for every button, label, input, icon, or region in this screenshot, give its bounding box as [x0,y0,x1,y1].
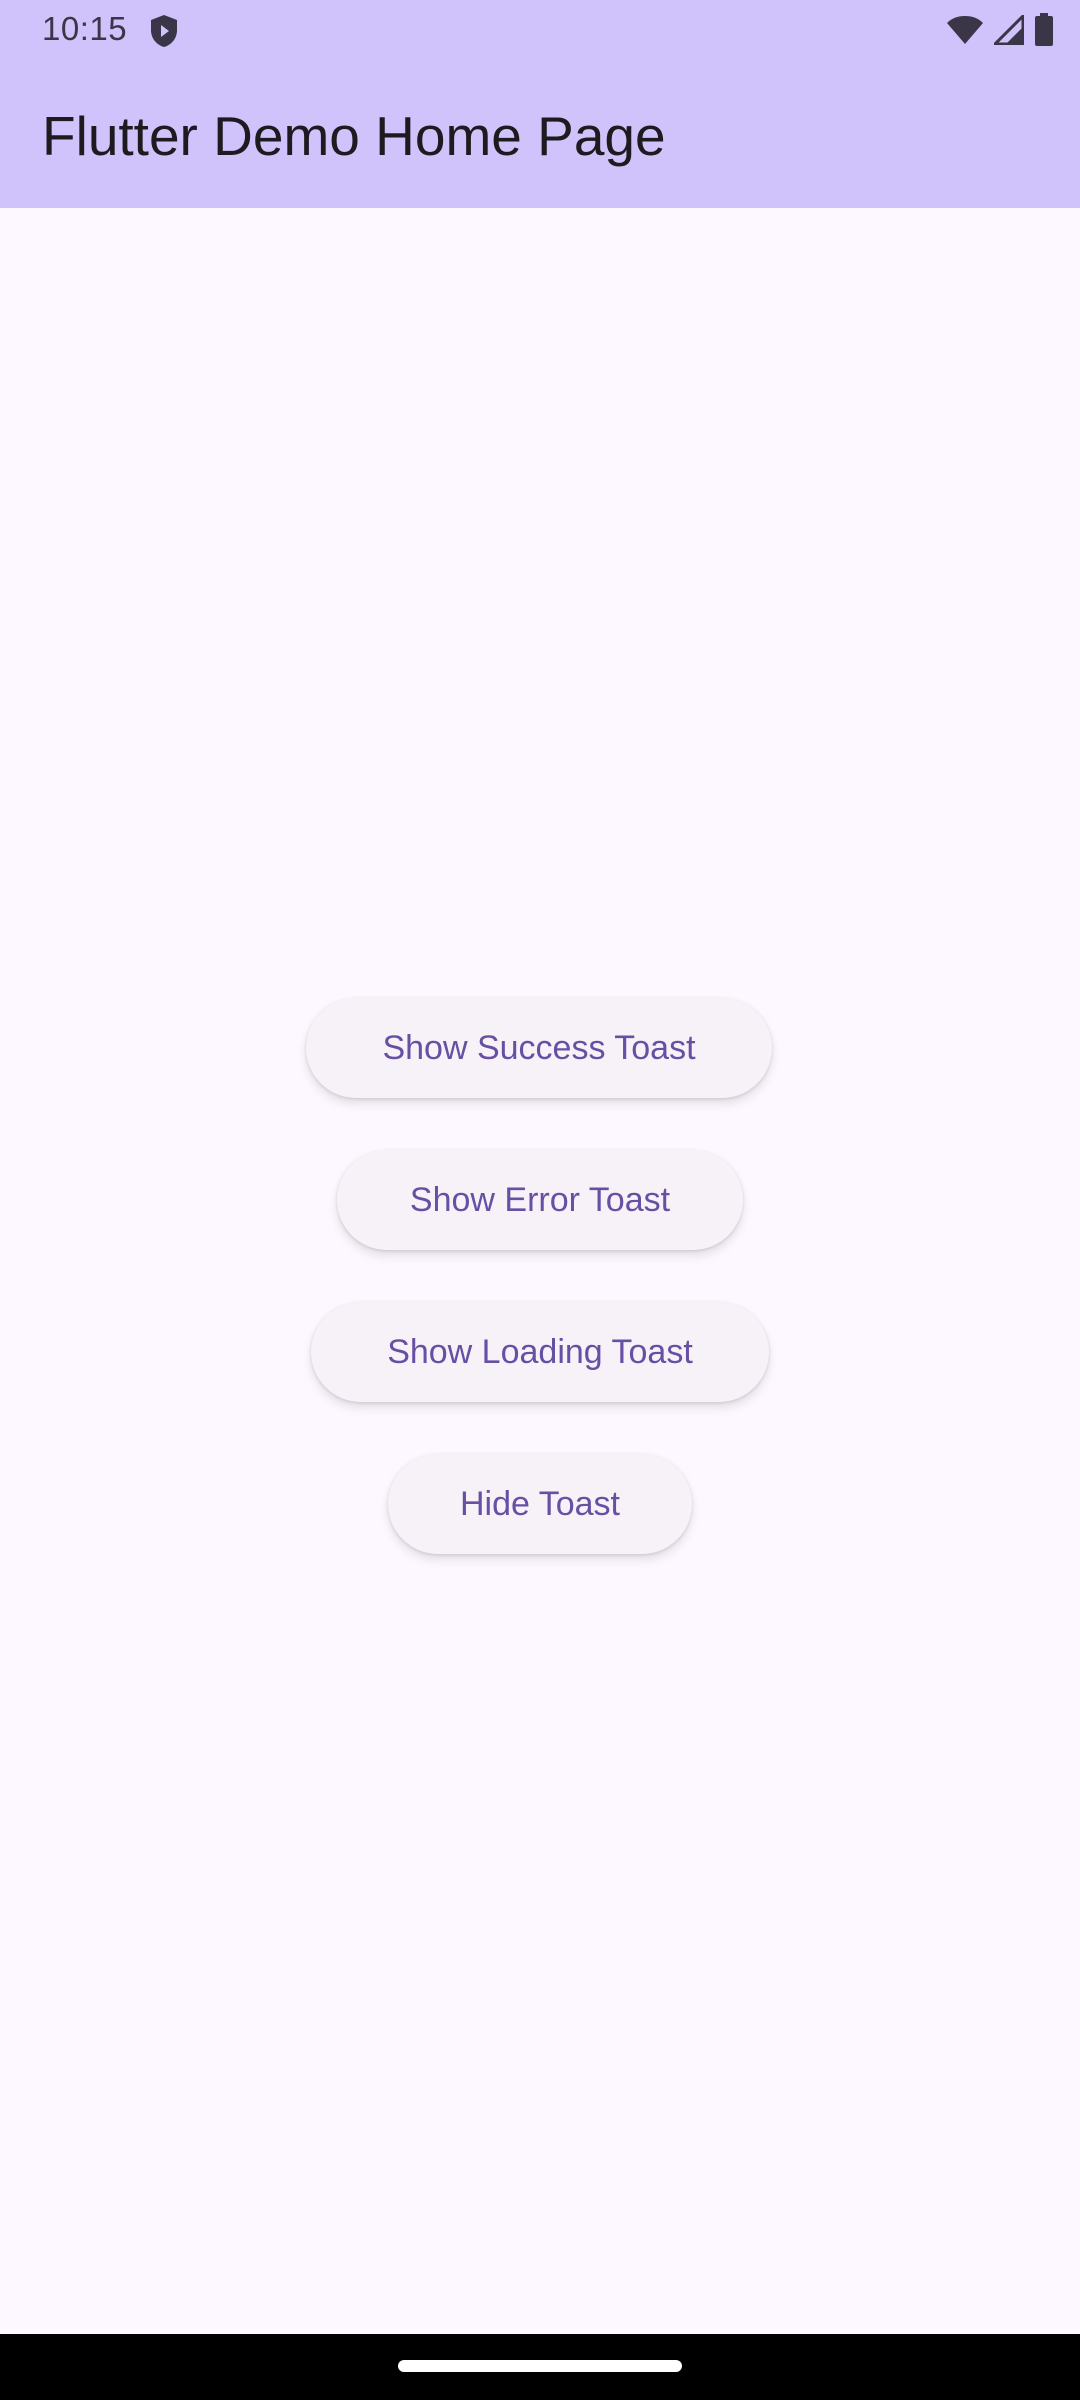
app-bar: Flutter Demo Home Page [0,60,1080,208]
system-nav-bar [0,2334,1080,2400]
signal-icon [991,11,1025,50]
status-bar: 10:15 [0,0,1080,60]
main-content: Show Success Toast Show Error Toast Show… [0,208,1080,2334]
show-success-toast-button[interactable]: Show Success Toast [306,998,772,1098]
show-loading-toast-button[interactable]: Show Loading Toast [311,1302,769,1402]
shield-icon [150,14,178,48]
status-time: 10:15 [42,10,128,47]
wifi-icon [946,15,984,50]
page-title: Flutter Demo Home Page [42,105,666,167]
top-area: 10:15 Flutter Demo Home Page [0,0,1080,208]
show-error-toast-button[interactable]: Show Error Toast [337,1150,743,1250]
battery-icon [1034,12,1054,52]
status-icons [946,11,1054,52]
hide-toast-button[interactable]: Hide Toast [388,1454,692,1554]
home-indicator[interactable] [398,2360,682,2372]
